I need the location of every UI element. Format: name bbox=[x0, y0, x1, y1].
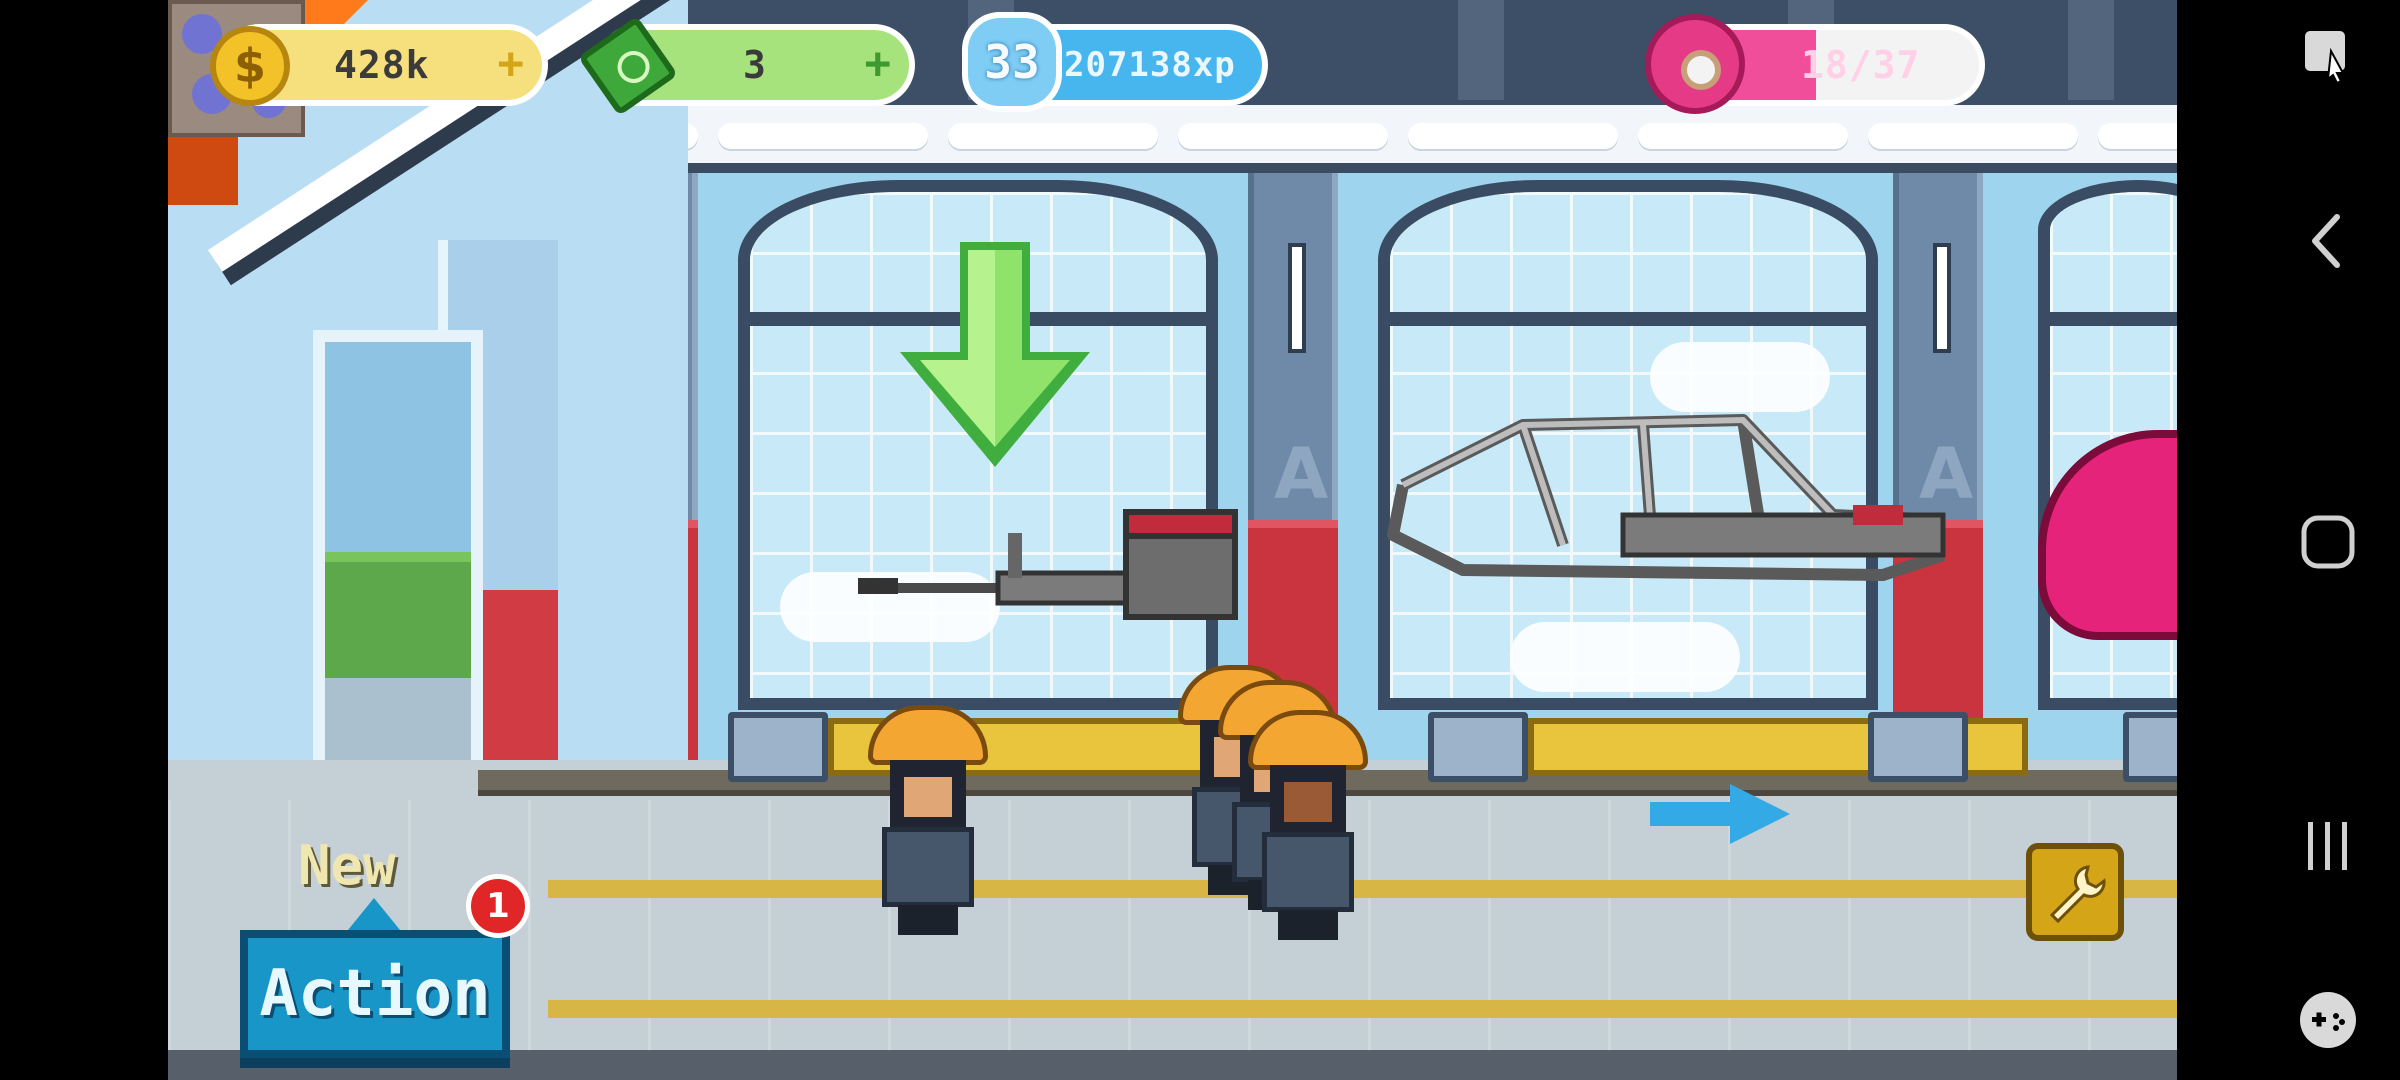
wrench-button[interactable] bbox=[2026, 843, 2124, 941]
caret-up-icon bbox=[348, 898, 400, 930]
car-frame[interactable] bbox=[1383, 405, 1953, 615]
home-button[interactable] bbox=[2280, 494, 2376, 590]
conveyor-cart bbox=[2123, 712, 2177, 782]
coin-icon: $ bbox=[210, 26, 290, 106]
recents-icon bbox=[2308, 822, 2347, 870]
add-cash-button[interactable]: + bbox=[865, 42, 892, 86]
action-label: Action bbox=[259, 957, 491, 1031]
notification-badge: 1 bbox=[466, 874, 530, 938]
game-tools-button[interactable] bbox=[2280, 972, 2376, 1068]
conveyor-cart bbox=[728, 712, 828, 782]
game-tools-icon bbox=[2300, 992, 2356, 1048]
worker[interactable] bbox=[868, 705, 988, 935]
recents-button[interactable] bbox=[2280, 798, 2376, 894]
home-icon bbox=[2301, 515, 2355, 569]
screenshot-icon bbox=[2305, 31, 2345, 85]
car-engine[interactable] bbox=[1123, 509, 1238, 620]
donut-icon bbox=[1645, 14, 1745, 114]
donut-value: 18/37 bbox=[1801, 43, 1921, 87]
car-chassis[interactable] bbox=[858, 528, 1158, 623]
conveyor-cart bbox=[1428, 712, 1528, 782]
back-icon bbox=[2312, 214, 2340, 268]
coins-value: 428k bbox=[334, 43, 430, 87]
conveyor-cart bbox=[1868, 712, 1968, 782]
level-badge: 33 bbox=[962, 12, 1062, 112]
wrench-icon bbox=[2049, 865, 2106, 923]
action-button[interactable]: Action bbox=[240, 930, 510, 1058]
cash-value: 3 bbox=[743, 43, 767, 87]
down-arrow-icon bbox=[900, 242, 1090, 467]
factory-door bbox=[313, 330, 483, 800]
worker[interactable] bbox=[1248, 710, 1368, 940]
add-coins-button[interactable]: + bbox=[498, 42, 525, 86]
screenshot-button[interactable] bbox=[2280, 8, 2376, 104]
ceiling-beam bbox=[458, 105, 2177, 173]
back-button[interactable] bbox=[2280, 193, 2376, 289]
xp-value: 207138xp bbox=[1064, 45, 1236, 85]
right-arrow-icon bbox=[1650, 784, 1790, 844]
new-label: New bbox=[298, 834, 396, 897]
